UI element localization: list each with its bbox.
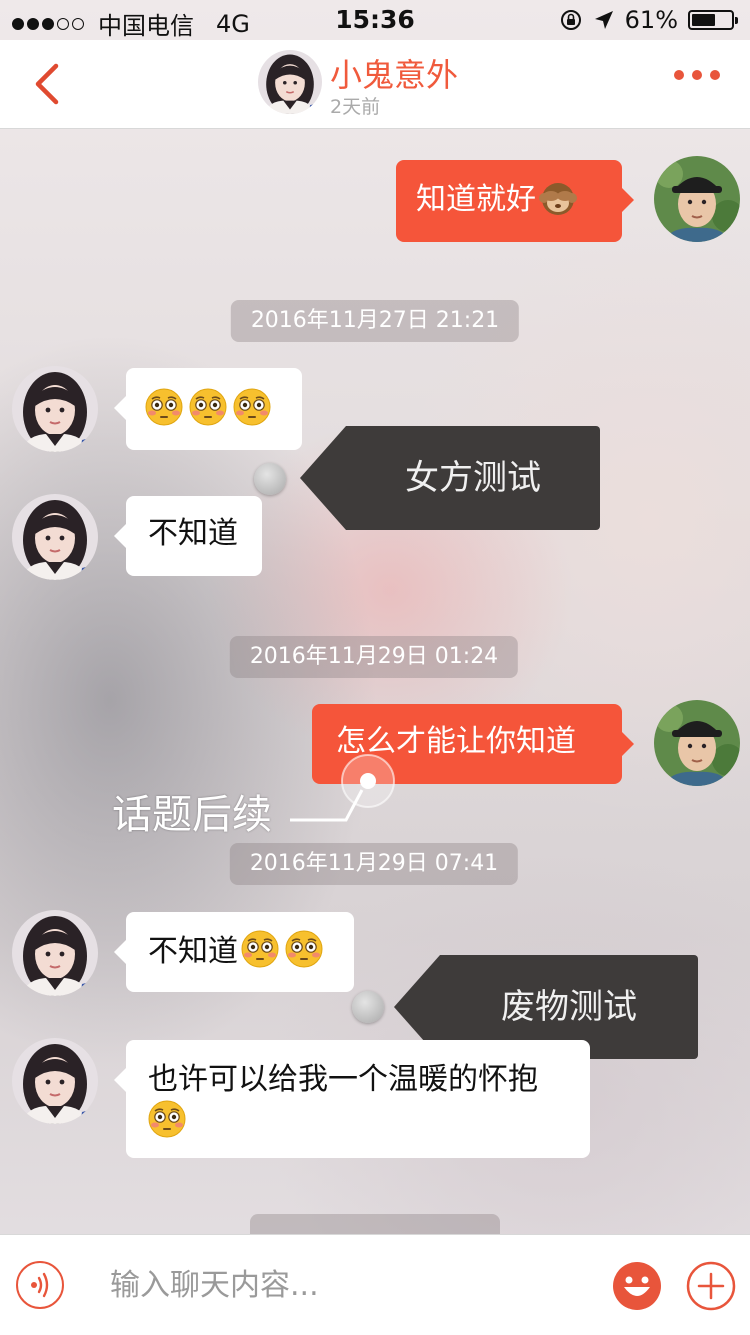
plus-icon [686,1261,736,1311]
message-timestamp: 2016年11月29日 01:24 [229,636,519,678]
back-button[interactable] [22,52,78,114]
last-seen: 2天前 [330,96,381,118]
message-input-bar [0,1234,750,1335]
more-options-button[interactable] [674,70,720,80]
annotation-tag: 女方测试 [300,426,600,530]
flushed-face-icon [285,930,323,968]
topic-annotation-label: 话题后续 [112,792,272,838]
flushed-face-icon [233,388,271,426]
voice-input-button[interactable] [16,1261,64,1309]
my-avatar[interactable] [654,700,740,786]
emoji-button[interactable] [612,1261,662,1311]
message-bubble-incoming[interactable]: 不知道 [114,912,354,992]
chevron-left-icon [35,63,59,105]
more-dot-icon [674,70,684,80]
annotation-dot [352,991,384,1023]
navigation-bar: 小鬼意外 2天前 [0,40,750,129]
contact-avatar-message[interactable] [12,910,98,996]
battery-percent: 61% [624,6,678,34]
message-bubble-incoming[interactable]: 也许可以给我一个温暖的怀抱 [114,1040,590,1158]
flushed-face-icon [241,930,279,968]
message-text: 不知道 [148,516,238,551]
message-text: 不知道 [148,934,238,969]
rotation-lock-icon [560,10,581,30]
message-timestamp: 2016年11月27日 21:21 [230,300,520,342]
contact-avatar-message[interactable] [12,494,98,580]
message-bubble-outgoing[interactable]: 知道就好 [396,160,634,242]
contact-avatar-message[interactable] [12,1038,98,1124]
message-timestamp: 2016年11月29日 07:41 [229,843,519,885]
message-bubble-outgoing[interactable]: 怎么才能让你知道 [312,704,634,784]
message-input[interactable] [96,1257,594,1313]
flushed-face-icon [148,1100,186,1138]
smiley-icon [613,1262,661,1310]
message-bubble-incoming[interactable]: 不知道 [114,496,262,576]
battery-icon [688,10,738,30]
see-no-evil-monkey-icon [539,183,577,215]
status-bar: 中国电信 4G 15:36 61% [0,0,750,40]
contact-avatar[interactable] [258,50,322,114]
message-text: 怎么才能让你知道 [336,724,576,759]
contact-avatar-message[interactable] [12,366,98,452]
my-avatar[interactable] [654,156,740,242]
flushed-face-icon [189,388,227,426]
status-right: 61% [559,6,738,34]
location-arrow-icon [594,11,613,29]
flushed-face-icon [145,388,183,426]
voice-wave-icon [31,1272,49,1298]
more-actions-button[interactable] [686,1261,736,1311]
annotation-dot [254,463,286,495]
message-text: 知道就好 [416,182,536,217]
message-text: 也许可以给我一个温暖的怀抱 [148,1062,538,1097]
contact-name: 小鬼意外 [330,56,459,94]
message-bubble-incoming[interactable] [114,368,302,450]
